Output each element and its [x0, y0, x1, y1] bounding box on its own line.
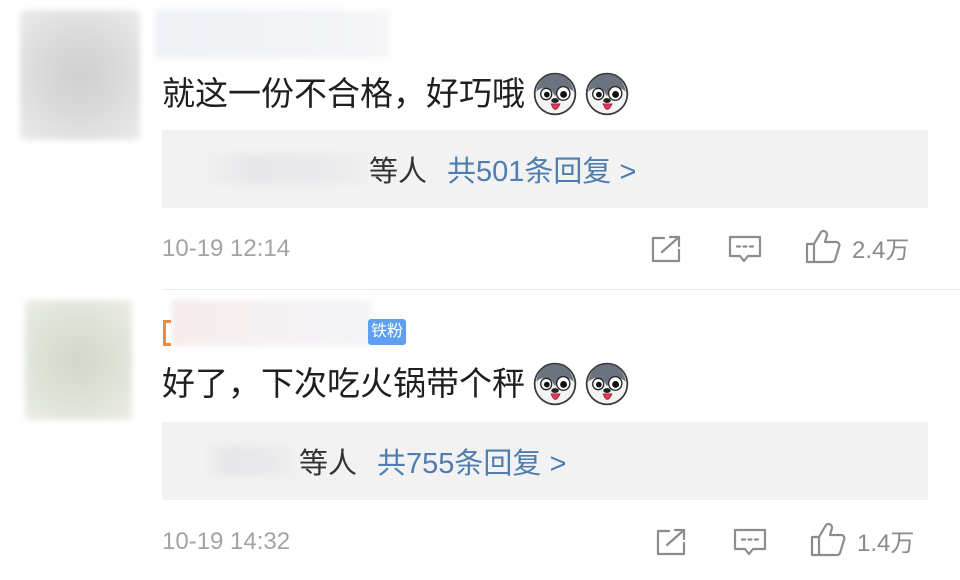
- husky-emoji: [533, 72, 577, 116]
- avatar[interactable]: [25, 300, 132, 420]
- username-accent: [163, 320, 171, 346]
- comment-text[interactable]: 就这一份不合格，好巧哦: [162, 72, 629, 116]
- username[interactable]: [155, 10, 390, 58]
- comment-list: 就这一份不合格，好巧哦 等人 共501条回复 > 10-19 12:14 2.4…: [0, 0, 960, 580]
- reply-summary[interactable]: 等人 共501条回复 >: [162, 130, 928, 208]
- comment-body: 就这一份不合格，好巧哦: [162, 75, 525, 112]
- reply-suffix: 等人: [369, 156, 428, 188]
- reply-suffix: 等人: [299, 448, 358, 480]
- husky-emoji: [585, 362, 629, 406]
- fan-badge[interactable]: 铁粉: [368, 319, 407, 345]
- like-button[interactable]: 2.4万: [804, 229, 909, 265]
- share-icon[interactable]: [649, 234, 683, 264]
- comment-body: 好了，下次吃火锅带个秤: [162, 365, 525, 402]
- timestamp: 10-19 12:14: [162, 235, 291, 262]
- like-count: 2.4万: [852, 236, 910, 264]
- reply-count-link[interactable]: 共501条回复 >: [447, 148, 636, 190]
- like-count: 1.4万: [857, 529, 915, 557]
- reply-username: [200, 154, 365, 184]
- reply-username: [200, 446, 295, 476]
- comment-text[interactable]: 好了，下次吃火锅带个秤: [162, 362, 629, 406]
- timestamp: 10-19 14:32: [162, 528, 291, 555]
- husky-emoji: [533, 362, 577, 406]
- husky-emoji: [585, 72, 629, 116]
- divider: [162, 289, 960, 290]
- comment-icon[interactable]: [732, 527, 768, 557]
- username[interactable]: [172, 300, 372, 346]
- like-icon[interactable]: [804, 229, 842, 265]
- like-button[interactable]: 1.4万: [809, 522, 914, 558]
- reply-summary[interactable]: 等人 共755条回复 >: [162, 422, 928, 500]
- share-icon[interactable]: [654, 527, 688, 557]
- like-icon[interactable]: [809, 522, 847, 558]
- comment-icon[interactable]: [727, 234, 763, 264]
- reply-count-link[interactable]: 共755条回复 >: [377, 440, 566, 482]
- avatar[interactable]: [20, 10, 140, 140]
